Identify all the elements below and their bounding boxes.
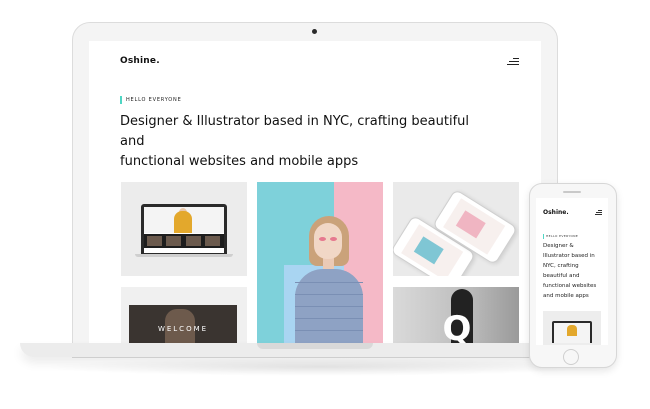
mobile-portfolio-item[interactable]	[543, 311, 601, 345]
mobile-headline-line: NYC, crafting	[543, 263, 579, 269]
mobile-headline-line: functional websites	[543, 283, 597, 289]
mobile-headline-line: Illustrator based in	[543, 253, 595, 259]
mobile-headline-line: beautiful and	[543, 273, 580, 279]
mini-laptop-image	[141, 204, 227, 254]
hero-eyebrow: HELLO EVERYONE	[120, 96, 182, 104]
mobile-headline-line: and mobile apps	[543, 293, 589, 299]
hero-headline-line-2: functional websites and mobile apps	[120, 154, 359, 169]
mobile-hamburger-menu-icon[interactable]	[595, 210, 602, 216]
hero-headline: Designer & Illustrator based in NYC, cra…	[120, 112, 490, 172]
phone-home-button	[563, 349, 579, 365]
welcome-text: WELCOME	[157, 325, 209, 333]
hamburger-menu-icon[interactable]	[507, 57, 519, 67]
portfolio-item-q-branding[interactable]: Q	[393, 287, 519, 344]
phone-screen: Oshine. HELLO EVERYONE Designer & Illust…	[536, 198, 608, 345]
laptop-notch	[257, 343, 373, 349]
mobile-headline-line: Designer &	[543, 243, 574, 249]
mobile-hero-eyebrow: HELLO EVERYONE	[543, 234, 578, 239]
laptop-camera	[312, 29, 317, 34]
portrait-face	[314, 223, 342, 259]
hero-headline-line-1: Designer & Illustrator based in NYC, cra…	[120, 114, 470, 149]
laptop-screen: Oshine. HELLO EVERYONE Designer & Illust…	[89, 41, 541, 344]
mobile-site-logo[interactable]: Oshine.	[543, 209, 569, 216]
portfolio-item-laptop-mockup[interactable]	[121, 182, 247, 276]
portfolio-item-welcome[interactable]: WELCOME	[121, 287, 247, 344]
site-logo[interactable]: Oshine.	[120, 56, 160, 66]
q-logo-letter: Q	[442, 309, 472, 344]
mobile-hero-headline: Designer & Illustrator based in NYC, cra…	[543, 241, 603, 301]
portfolio-item-portrait[interactable]	[257, 182, 383, 344]
portfolio-item-phone-mockups[interactable]	[393, 182, 519, 276]
phone-speaker	[563, 191, 581, 193]
